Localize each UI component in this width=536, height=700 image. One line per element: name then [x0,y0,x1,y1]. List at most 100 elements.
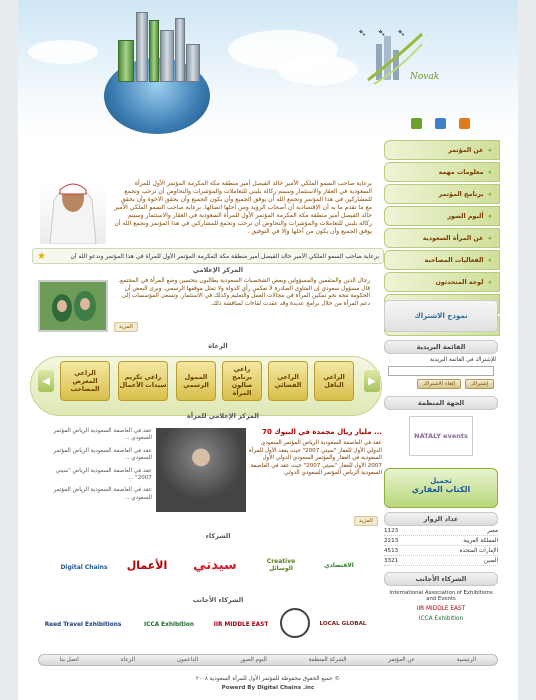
intl-partner-logo[interactable]: IIR MIDDLE EAST [384,606,498,612]
sponsors-title: الرعاة [208,342,228,350]
footer-link[interactable]: الرعاة [121,657,135,663]
visitor-count: 4513 [384,547,399,554]
partner-logo[interactable]: Creative الوسائل [254,550,308,580]
footer-nav: اتصل بنا الرعاة الداعمون ألبوم الصور الش… [38,654,498,666]
partner-logo[interactable]: سيدتي [182,552,248,578]
news-list: عقد في العاصمة السعودية الرياض المؤتمر ا… [38,428,153,507]
foreign-partner-logo[interactable]: IIR MIDDLE EAST [208,614,274,636]
king-photo [156,428,246,512]
cta-top: تحميل [430,477,452,485]
unsubscribe-button[interactable]: إلغاء الاشتراك [417,379,462,389]
cta-bottom: الكتاب العقاري [411,485,471,494]
partner-logo[interactable]: Digital Chains [54,550,114,584]
sponsors-prev-arrow[interactable]: ▶ [364,370,380,392]
building-illustration [149,20,159,82]
star-icon: ★ [37,250,46,262]
sponsor-tile[interactable]: الممول الرسمي [176,361,216,401]
partner-logo[interactable]: الاقتصادي [314,548,364,582]
logo-text: Novak [410,72,440,82]
intl-partner-logo[interactable]: ICCA Exhibition [384,616,498,622]
visitor-row: 1123 مصر [384,526,498,536]
footer-link[interactable]: الرئيسية [457,657,476,663]
partners-title: الشركاء [205,532,231,540]
footer-link[interactable]: اتصل بنا [60,657,79,663]
twitter-icon[interactable] [435,118,446,129]
foreign-partner-logo[interactable]: Reed Travel Exhibitions [38,614,128,636]
nav-item[interactable]: برنامج المؤتمر [384,184,500,204]
foreign-partner-logo[interactable] [280,608,310,638]
nav-item[interactable]: لوحة المتحدثون [384,272,500,292]
media-photo [38,280,108,332]
news-more-link[interactable]: المزيد [354,516,378,526]
home-icon[interactable] [411,118,422,129]
news-list-item[interactable]: عقد في العاصمة السعودية الرياض المؤتمر ا… [38,487,153,502]
rss-icon[interactable] [459,118,470,129]
foreign-partners-title: الشركاء الأجانب [192,596,244,604]
powered-by[interactable]: Powerd By Digital Chains .inc [18,684,518,693]
header-banner: ➴ ➴ ➴ Novak [18,0,518,138]
nav-item[interactable]: الفعاليات المصاحبة [384,250,500,270]
sponsor-tile[interactable]: الراعي المعرض المصاحب [60,361,110,401]
subscribe-button[interactable]: إشتراك [465,379,494,389]
organizer-logo[interactable]: NATALY events [409,416,473,456]
intro-text: برعاية صاحب السمو الملكي الأمير خالد الف… [114,180,372,235]
building-illustration [175,18,185,82]
footer-link[interactable]: الشركة المنظمة [309,657,347,663]
visitor-count: 1123 [384,527,399,534]
sponsor-tile[interactable]: راعي تكريم سيدات الأعمال [118,361,168,401]
news-ticker: ★ برعاية صاحب السمو الملكي الأمير خالد ا… [32,248,384,264]
intl-partners-box: الشركاء الأجانب International Associatio… [384,572,498,622]
building-illustration [160,30,174,82]
intl-partner-logo[interactable]: International Association of Exhibitions… [386,590,496,602]
footer-link[interactable]: الداعمون [177,657,198,663]
nav-item[interactable]: عن المرأة السعودية [384,228,500,248]
visitor-country: الإمارات المتحدة [459,547,498,554]
footer-link[interactable]: عن المؤتمر [388,657,415,663]
building-illustration [136,12,148,82]
sponsors-next-arrow[interactable]: ◀ [38,370,54,392]
sponsor-tile[interactable]: راعي برنامج صالون المرأة [222,361,262,401]
visitor-country: المملكة العربية [463,537,498,544]
organizer-title: الجهة المنظمة [384,396,498,410]
media-title: المركز الإعلامي [192,266,244,274]
nav-item[interactable]: ألبوم الصور [384,206,500,226]
footer-link[interactable]: ألبوم الصور [240,657,267,663]
social-icons [411,118,470,129]
email-field[interactable] [388,366,494,376]
news-title: المركز الإعلامي للمرأة [186,412,260,420]
news-list-item[interactable]: عقد في العاصمة السعودية الرياض "سيتي 200… [38,468,152,483]
news-text: عقد في العاصمة السعودية الرياض المؤتمر ا… [248,440,382,476]
visitor-country: الصين [483,557,498,564]
nav-item[interactable]: عن المؤتمر [384,140,500,160]
signup-form-banner[interactable]: نموذج الاشتراك [384,300,498,332]
visitors-box: عداد الزوار 1123 مصر 2213 المملكة العربية … [384,512,498,566]
news-list-item[interactable]: عقد في العاصمة السعودية الرياض المؤتمر ا… [38,448,153,463]
partner-logo[interactable]: الأعمال [114,552,180,578]
visitor-country: مصر [487,527,498,534]
prince-photo [40,160,106,245]
sponsor-tile[interactable]: الراعي الفضائي [268,361,308,401]
visitor-count: 2213 [384,537,399,544]
nav-item[interactable]: معلومات مهمة [384,162,500,182]
foreign-partner-logo[interactable]: ICCA Exhibition [132,614,206,636]
foreign-partner-logo[interactable]: LOCAL GLOBAL [318,610,368,638]
ticker-text[interactable]: برعاية صاحب السمو الملكي الأمير خالد الف… [71,253,380,260]
building-illustration [118,40,134,82]
newsletter-title: القائمة البريدية [384,340,498,354]
download-book-banner[interactable]: تحميل الكتاب العقاري [384,468,498,508]
visitor-row: 3321 الصين [384,556,498,566]
cloud [278,55,358,85]
cloud [28,40,98,64]
organizer-box: الجهة المنظمة NATALY events [384,396,498,462]
copyright-text: جميع الحقوق محفوظة للمؤتمر الأول للمرأة … [195,676,341,682]
page: ➴ ➴ ➴ Novak عن المؤتمر معلومات مهمة برنا… [18,0,518,700]
building-illustration [186,44,200,82]
news-list-item[interactable]: عقد في العاصمة السعودية الرياض المؤتمر ا… [38,428,153,443]
copyright: جميع الحقوق محفوظة للمؤتمر الأول للمرأة … [18,675,518,693]
newsletter-box: القائمة البريدية للإشتراك في القائمة الب… [384,340,498,392]
media-more-link[interactable]: المزيد [114,322,138,332]
visitor-row: 2213 المملكة العربية [384,536,498,546]
visitor-count: 3321 [384,557,399,564]
sponsor-tile[interactable]: الراعي الناقل [314,361,354,401]
media-text: رجال الدين والمثقفين والمسؤولين وبعض الش… [118,278,370,307]
